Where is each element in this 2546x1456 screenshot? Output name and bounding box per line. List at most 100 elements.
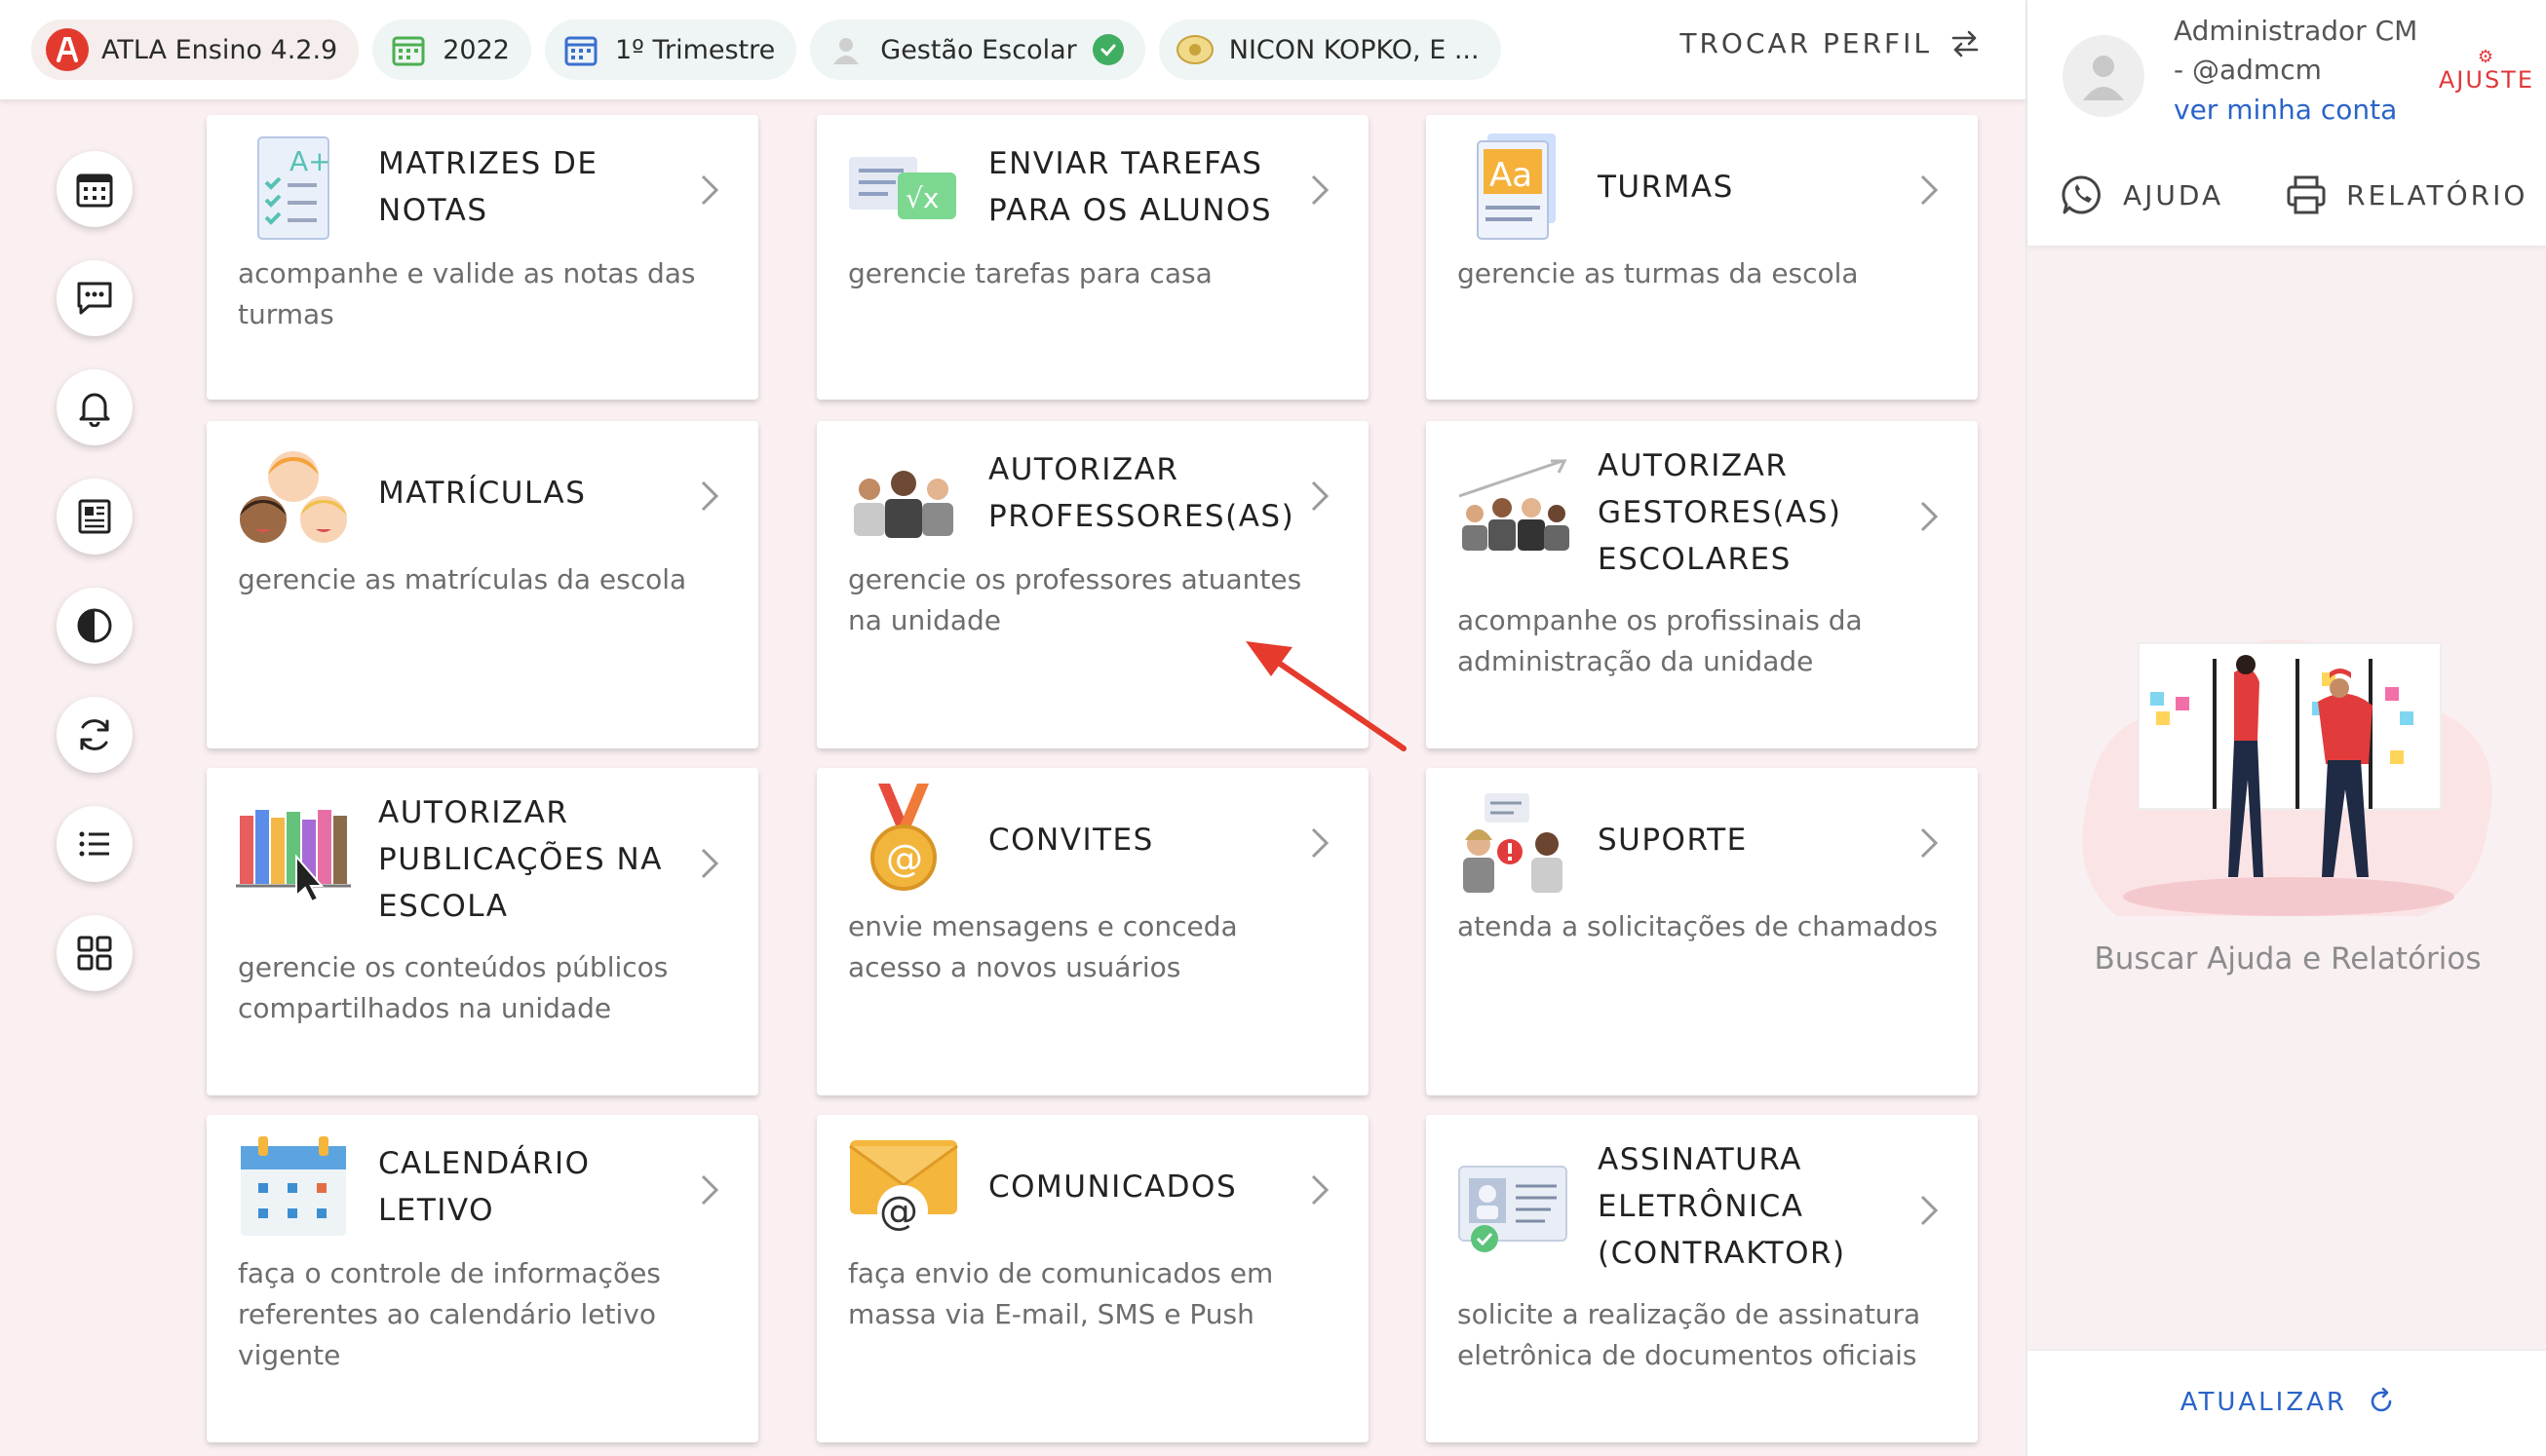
card-comunicados[interactable]: @ COMUNICADOS faça envio de comunicados …: [817, 1115, 1369, 1442]
chat-icon: [77, 282, 112, 315]
chevron-right-icon: [1920, 174, 1939, 206]
classes-icon: Aa: [1455, 131, 1570, 246]
card-description: faça envio de comunicados em massa via E…: [848, 1257, 1274, 1330]
chevron-right-icon: [701, 174, 719, 206]
support-icon: [1455, 785, 1570, 900]
profile-label: Gestão Escolar: [880, 34, 1077, 65]
rail-sync-button[interactable]: [57, 697, 133, 773]
rail-chat-button[interactable]: [57, 260, 133, 336]
svg-text:@: @: [879, 1189, 918, 1234]
card-convites[interactable]: @ CONVITES envie mensagens e conceda ace…: [817, 768, 1369, 1095]
rail-grid-button[interactable]: [57, 915, 133, 991]
calendar-blue-icon: [559, 27, 603, 72]
help-label: AJUDA: [2123, 178, 2224, 211]
card-title: AUTORIZAR PUBLICAÇÕES NA ESCOLA: [378, 795, 663, 924]
card-title: AUTORIZAR PROFESSORES(AS): [988, 452, 1295, 534]
invite-medal-icon: @: [846, 782, 961, 897]
mail-icon: @: [846, 1129, 961, 1244]
card-title: AUTORIZAR GESTORES(AS) ESCOLARES: [1598, 448, 1842, 577]
signature-icon: [1455, 1150, 1570, 1265]
list-icon: [79, 831, 109, 857]
card-assinatura-eletronica[interactable]: ASSINATURA ELETRÔNICA (CONTRAKTOR) solic…: [1426, 1115, 1978, 1442]
card-enviar-tarefas[interactable]: √x ENVIAR TAREFAS PARA OS ALUNOS gerenci…: [817, 115, 1369, 400]
top-bar: ATLA Ensino 4.2.9 2022 1º Trimestre Gest…: [0, 0, 2025, 99]
chevron-right-icon: [1920, 1195, 1939, 1226]
report-label: RELATÓRIO: [2346, 178, 2528, 211]
card-autorizar-publicacoes[interactable]: AUTORIZAR PUBLICAÇÕES NA ESCOLA gerencie…: [207, 768, 758, 1095]
printer-icon: [2287, 175, 2326, 214]
period-label: 1º Trimestre: [614, 34, 776, 65]
help-search-text: Buscar Ajuda e Relatórios: [2094, 941, 2482, 977]
whatsapp-icon: [2062, 175, 2101, 214]
card-title: COMUNICADOS: [988, 1169, 1238, 1205]
year-label: 2022: [443, 34, 510, 65]
annotation-arrow-icon: [1246, 641, 1407, 751]
card-title: CALENDÁRIO LETIVO: [378, 1146, 591, 1228]
chevron-right-icon: [701, 848, 719, 879]
card-matrizes-de-notas[interactable]: A+ MATRIZES DE NOTAS acompanhe e valide …: [207, 115, 758, 400]
left-rail: [57, 151, 135, 1024]
card-turmas[interactable]: Aa TURMAS gerencie as turmas da escola: [1426, 115, 1978, 400]
avatar[interactable]: [2063, 35, 2144, 117]
rail-contrast-button[interactable]: [57, 588, 133, 664]
card-description: acompanhe e valide as notas das turmas: [238, 257, 696, 330]
card-description: gerencie tarefas para casa: [848, 257, 1213, 289]
atla-logo-icon: [45, 27, 90, 72]
chevron-right-icon: [1920, 827, 1939, 859]
card-title: MATRÍCULAS: [378, 476, 587, 511]
kanban-board-illustration-icon: [2082, 639, 2492, 916]
card-description: solicite a realização de assinatura elet…: [1457, 1298, 1921, 1371]
card-title: TURMAS: [1598, 170, 1734, 205]
card-description: atenda a solicitações de chamados: [1457, 910, 1938, 942]
card-description: gerencie as matrículas da escola: [238, 563, 687, 595]
check-icon: [1092, 34, 1124, 65]
app-version-label: ATLA Ensino 4.2.9: [101, 34, 338, 65]
chevron-right-icon: [1311, 480, 1330, 512]
report-button[interactable]: RELATÓRIO: [2286, 173, 2527, 216]
card-title: ENVIAR TAREFAS PARA OS ALUNOS: [988, 146, 1273, 228]
year-chip[interactable]: 2022: [372, 19, 531, 80]
chevron-right-icon: [1311, 174, 1330, 206]
help-button[interactable]: AJUDA: [2061, 173, 2223, 216]
card-suporte[interactable]: SUPORTE atenda a solicitações de chamado…: [1426, 768, 1978, 1095]
homework-icon: √x: [846, 131, 961, 246]
rail-list-button[interactable]: [57, 806, 133, 882]
app-version-chip[interactable]: ATLA Ensino 4.2.9: [31, 19, 360, 80]
card-calendario-letivo[interactable]: CALENDÁRIO LETIVO faça o controle de inf…: [207, 1115, 758, 1442]
chevron-right-icon: [1311, 1174, 1330, 1206]
card-autorizar-gestores[interactable]: AUTORIZAR GESTORES(AS) ESCOLARES acompan…: [1426, 421, 1978, 748]
gear-icon: ⚙: [2477, 47, 2495, 67]
school-chip[interactable]: NICON KOPKO, E ...: [1158, 19, 1501, 80]
school-label: NICON KOPKO, E ...: [1228, 34, 1480, 65]
managers-icon: [1455, 448, 1570, 563]
card-description: envie mensagens e conceda acesso a novos…: [848, 910, 1238, 983]
switch-profile-label: TROCAR PERFIL: [1679, 27, 1932, 59]
profile-chip[interactable]: Gestão Escolar: [810, 19, 1145, 80]
card-description: acompanhe os profissinais da administraç…: [1457, 604, 1863, 677]
ajuste-button[interactable]: ⚙ AJUSTE: [2439, 47, 2534, 95]
switch-profile-button[interactable]: TROCAR PERFIL: [1679, 27, 1981, 59]
card-matriculas[interactable]: MATRÍCULAS gerencie as matrículas da esc…: [207, 421, 758, 748]
card-title: MATRIZES DE NOTAS: [378, 146, 598, 228]
rail-notifications-button[interactable]: [57, 369, 133, 445]
account-link[interactable]: ver minha conta: [2174, 94, 2397, 126]
refresh-button[interactable]: ATUALIZAR: [2027, 1387, 2546, 1417]
publications-icon: [236, 797, 351, 912]
svg-text:A+: A+: [289, 145, 331, 177]
card-title: ASSINATURA ELETRÔNICA (CONTRAKTOR): [1598, 1142, 1846, 1271]
teachers-icon: [846, 441, 961, 556]
rail-calendar-button[interactable]: [57, 151, 133, 227]
chevron-right-icon: [701, 1174, 719, 1206]
swap-arrows-icon: [1951, 30, 1979, 57]
right-panel: Administrador CM - @admcm ver minha cont…: [2025, 0, 2546, 1456]
card-title: SUPORTE: [1598, 823, 1748, 858]
grades-icon: A+: [236, 131, 351, 246]
period-chip[interactable]: 1º Trimestre: [544, 19, 797, 80]
chevron-right-icon: [1920, 501, 1939, 532]
students-icon: [236, 441, 351, 556]
card-description: faça o controle de informações referente…: [238, 1257, 661, 1371]
card-description: gerencie as turmas da escola: [1457, 257, 1859, 289]
svg-text:Aa: Aa: [1489, 156, 1532, 195]
svg-text:√x: √x: [906, 182, 939, 214]
rail-news-button[interactable]: [57, 479, 133, 555]
